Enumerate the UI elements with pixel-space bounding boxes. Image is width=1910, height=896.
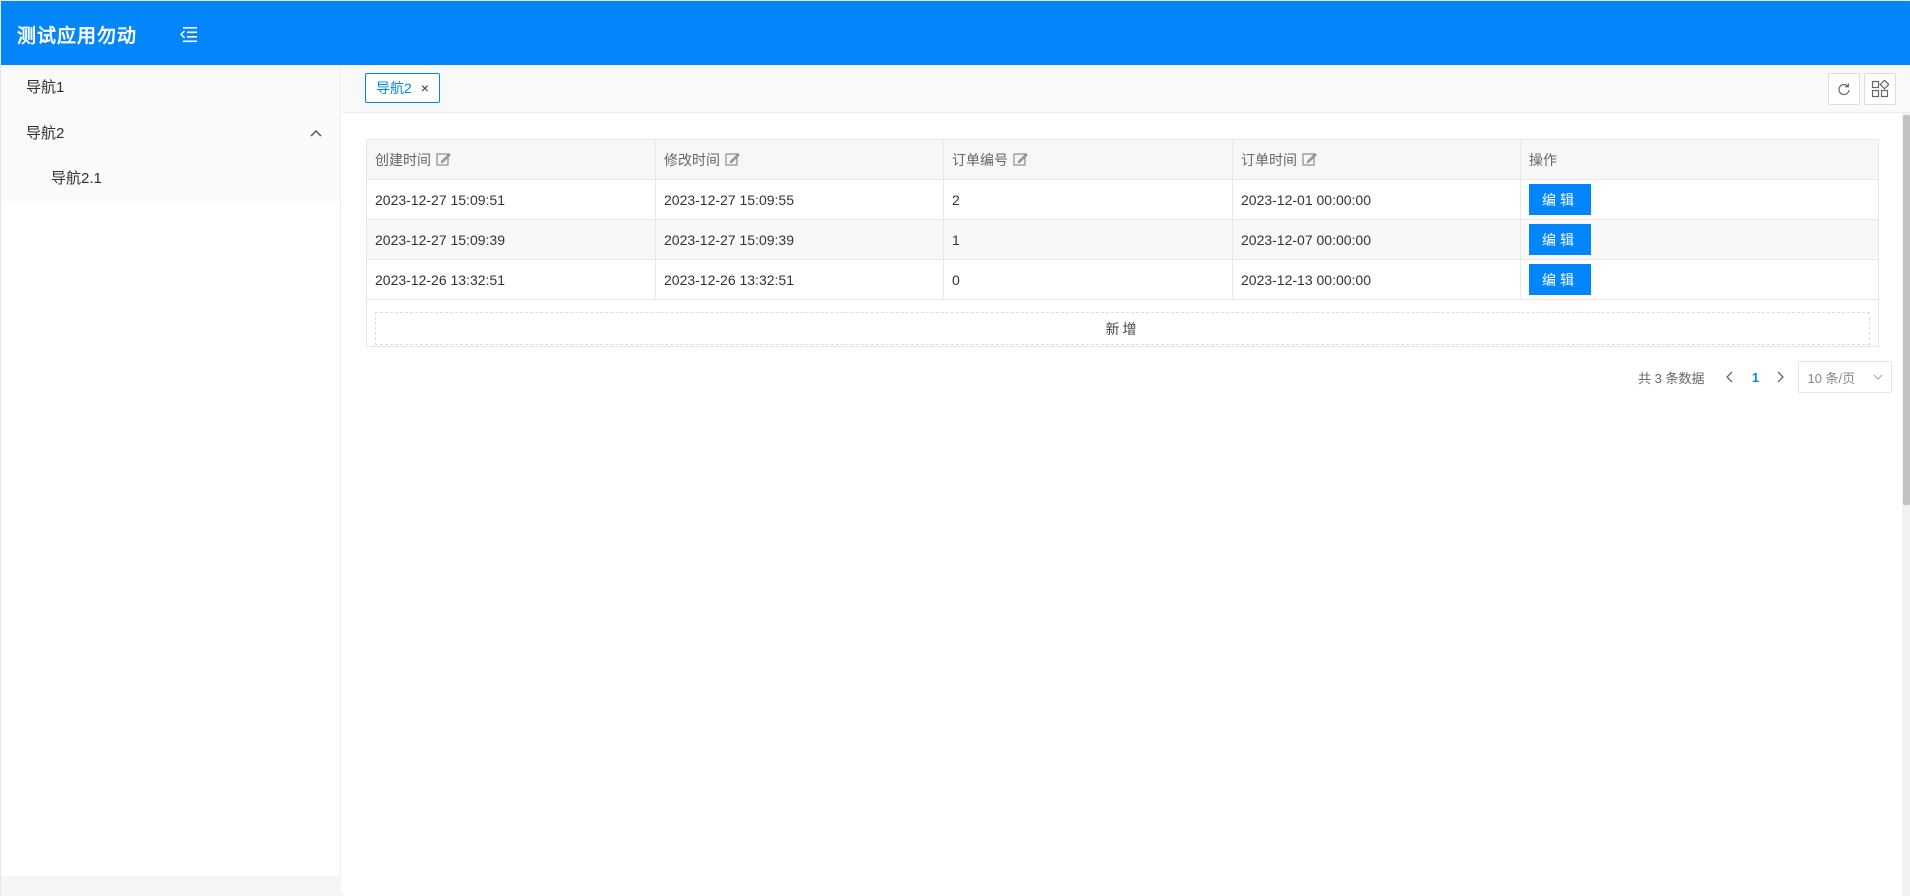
add-row: 新增 bbox=[367, 300, 1878, 346]
pagination: 共 3 条数据 1 10 条/页 bbox=[1638, 361, 1893, 393]
table-header: 创建时间 修改时间 订单编号 订单时间 操作 bbox=[367, 140, 1878, 180]
column-header-actions: 操作 bbox=[1529, 151, 1557, 168]
sidebar-item-label: 导航2 bbox=[26, 125, 65, 142]
cell-actions: 编辑 bbox=[1521, 260, 1878, 299]
column-header-order-time: 订单时间 bbox=[1233, 140, 1521, 179]
table-row: 2023-12-27 15:09:39 2023-12-27 15:09:39 … bbox=[367, 220, 1878, 260]
edit-button[interactable]: 编辑 bbox=[1529, 264, 1591, 295]
close-icon[interactable]: × bbox=[421, 80, 429, 96]
cell-order-time: 2023-12-13 00:00:00 bbox=[1233, 260, 1521, 299]
menu-fold-icon[interactable] bbox=[177, 25, 199, 43]
sidebar-item-nav2-1[interactable]: 导航2.1 bbox=[1, 157, 340, 201]
chevron-down-icon bbox=[1874, 374, 1883, 380]
grid-icon bbox=[1871, 80, 1889, 98]
edit-pencil-icon bbox=[725, 153, 740, 166]
chevron-left-icon bbox=[1726, 371, 1733, 383]
main-content: 导航2 × 创建时间 修改时间 订单编号 订单时间 操作 2023-12-27 … bbox=[342, 65, 1910, 896]
tab-label: 导航2 bbox=[376, 80, 412, 96]
cell-modified: 2023-12-27 15:09:55 bbox=[656, 180, 944, 219]
sidebar-item-nav1[interactable]: 导航1 bbox=[1, 65, 340, 111]
column-header-modified: 修改时间 bbox=[656, 140, 944, 179]
sidebar: 导航1 导航2 导航2.1 bbox=[1, 65, 341, 896]
cell-modified: 2023-12-26 13:32:51 bbox=[656, 260, 944, 299]
cell-actions: 编辑 bbox=[1521, 220, 1878, 259]
page-size-select[interactable]: 10 条/页 bbox=[1798, 361, 1893, 393]
table-row: 2023-12-27 15:09:51 2023-12-27 15:09:55 … bbox=[367, 180, 1878, 220]
cell-created: 2023-12-26 13:32:51 bbox=[367, 260, 656, 299]
cell-modified: 2023-12-27 15:09:39 bbox=[656, 220, 944, 259]
page-size-value: 10 条/页 bbox=[1807, 370, 1856, 386]
chevron-right-icon bbox=[1778, 371, 1785, 383]
refresh-button[interactable] bbox=[1828, 73, 1860, 105]
sidebar-item-nav2[interactable]: 导航2 bbox=[1, 111, 340, 157]
cell-order-time: 2023-12-07 00:00:00 bbox=[1233, 220, 1521, 259]
layout-button[interactable] bbox=[1864, 73, 1896, 105]
next-page-button[interactable] bbox=[1768, 365, 1792, 389]
cell-order-time: 2023-12-01 00:00:00 bbox=[1233, 180, 1521, 219]
cell-order-no: 2 bbox=[944, 180, 1233, 219]
sidebar-footer bbox=[1, 876, 341, 896]
column-header-order-no: 订单编号 bbox=[944, 140, 1233, 179]
cell-actions: 编辑 bbox=[1521, 180, 1878, 219]
sidebar-menu: 导航1 导航2 导航2.1 bbox=[1, 65, 340, 201]
orders-table: 创建时间 修改时间 订单编号 订单时间 操作 2023-12-27 15:09:… bbox=[366, 139, 1879, 347]
edit-pencil-icon bbox=[436, 153, 451, 166]
page-number-current[interactable]: 1 bbox=[1742, 370, 1768, 385]
sidebar-item-label: 导航1 bbox=[26, 79, 65, 96]
edit-pencil-icon bbox=[1302, 153, 1317, 166]
tab-nav2[interactable]: 导航2 × bbox=[365, 73, 440, 103]
pagination-total: 共 3 条数据 bbox=[1638, 370, 1705, 386]
cell-order-no: 0 bbox=[944, 260, 1233, 299]
app-window: 测试应用勿动 导航1 导航2 导航2.1 导航2 × 创建时间 修改时间 订单编… bbox=[0, 0, 1910, 896]
cell-created: 2023-12-27 15:09:39 bbox=[367, 220, 656, 259]
column-header-created: 创建时间 bbox=[367, 140, 656, 179]
top-header: 测试应用勿动 bbox=[1, 1, 1910, 65]
chevron-up-icon bbox=[310, 129, 322, 137]
prev-page-button[interactable] bbox=[1718, 365, 1742, 389]
table-row: 2023-12-26 13:32:51 2023-12-26 13:32:51 … bbox=[367, 260, 1878, 300]
app-title: 测试应用勿动 bbox=[17, 26, 138, 47]
edit-button[interactable]: 编辑 bbox=[1529, 224, 1591, 255]
cell-created: 2023-12-27 15:09:51 bbox=[367, 180, 656, 219]
tab-bar: 导航2 × bbox=[342, 65, 1910, 113]
sidebar-item-label: 导航2.1 bbox=[51, 170, 102, 187]
refresh-icon bbox=[1838, 83, 1850, 96]
scrollbar-thumb[interactable] bbox=[1903, 115, 1910, 505]
edit-pencil-icon bbox=[1013, 153, 1028, 166]
add-row-button[interactable]: 新增 bbox=[375, 312, 1870, 345]
cell-order-no: 1 bbox=[944, 220, 1233, 259]
edit-button[interactable]: 编辑 bbox=[1529, 184, 1591, 215]
